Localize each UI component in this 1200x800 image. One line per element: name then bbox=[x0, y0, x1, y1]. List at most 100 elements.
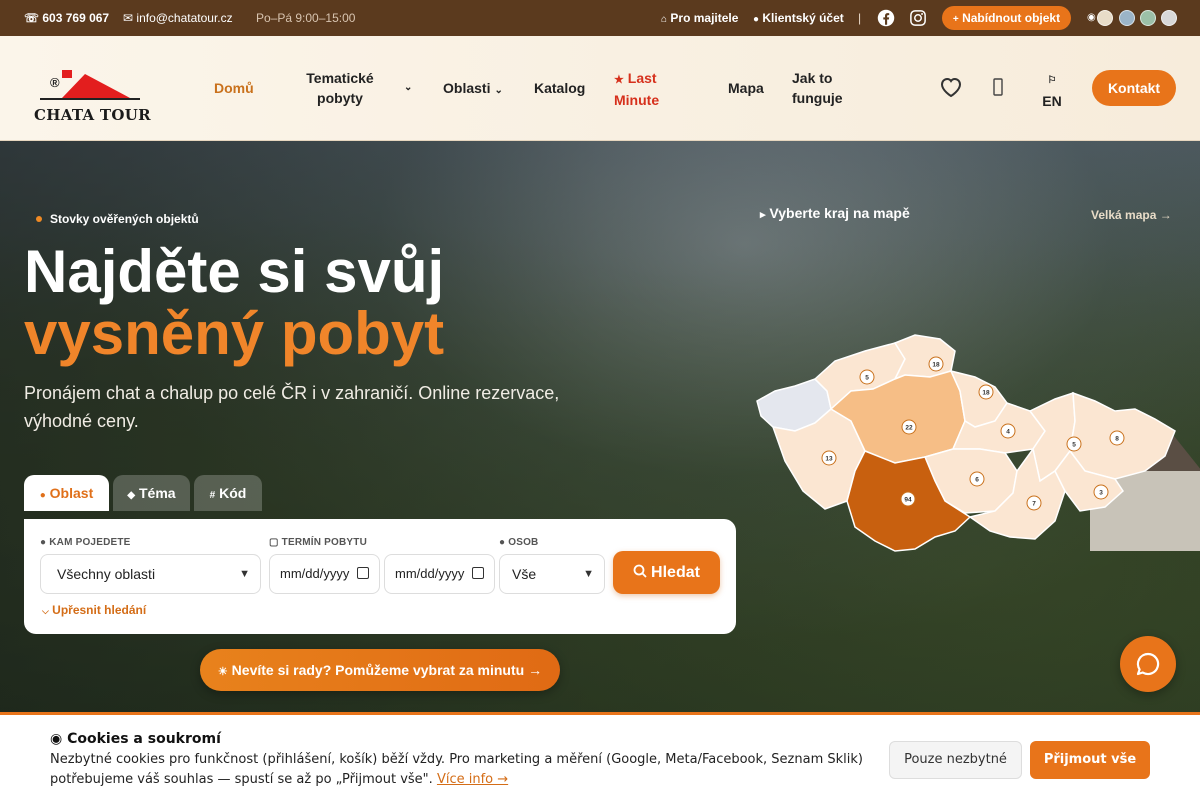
map-icon: ▸ bbox=[760, 209, 766, 221]
cookie-necessary-button[interactable]: Pouze nezbytné bbox=[889, 741, 1022, 779]
owners-link-label: Pro majitele bbox=[670, 11, 739, 25]
cart-icon[interactable] bbox=[993, 78, 1003, 96]
area-select[interactable]: Všechny oblasti ▼ bbox=[40, 554, 261, 594]
owners-link[interactable]: ⌂ Pro majitele bbox=[661, 0, 738, 36]
czech-regions-map[interactable]: 5 18 18 22 4 5 8 13 6 94 7 3 bbox=[755, 331, 1177, 553]
plus-icon: + bbox=[952, 14, 959, 25]
hero-badge: Stovky ověřených objektů bbox=[24, 209, 199, 229]
hero-title-line2: vysněný pobyt bbox=[24, 300, 445, 367]
tab-code[interactable]: # Kód bbox=[194, 475, 262, 511]
date-label-text: TERMÍN POBYTU bbox=[281, 537, 368, 548]
map-title: ▸ Vyberte kraj na mapě bbox=[760, 205, 910, 221]
main-header: ® CHATA TOUR Domů Tematické pobyty ⌄ Obl… bbox=[0, 36, 1200, 141]
nav-home[interactable]: Domů bbox=[214, 78, 254, 98]
date-from-placeholder: mm/dd/yyyy bbox=[280, 566, 350, 581]
lightbulb-icon: ☀ bbox=[217, 666, 228, 678]
help-choose-button[interactable]: ☀ Nevíte si rady? Pomůžeme vybrat za min… bbox=[200, 649, 560, 691]
hero-lead: Pronájem chat a chalup po celé ČR i v za… bbox=[24, 383, 560, 431]
pin-icon: ● bbox=[39, 490, 46, 501]
tab-area-label: Oblast bbox=[49, 485, 94, 501]
date-from-input[interactable]: mm/dd/yyyy bbox=[269, 554, 380, 594]
people-select[interactable]: Vše ▼ bbox=[499, 554, 605, 594]
chevron-down-icon: ⌄ bbox=[404, 82, 413, 93]
theme-swatch-gray[interactable] bbox=[1161, 10, 1177, 26]
big-map-link[interactable]: Velká mapa → bbox=[1091, 208, 1172, 222]
cookie-text: Nezbytné cookies pro funkčnost (přihláše… bbox=[50, 750, 880, 790]
cookie-more-info-link[interactable]: Více info → bbox=[437, 772, 508, 787]
region-count-ustecky: 5 bbox=[865, 375, 869, 382]
refine-search-link[interactable]: ⌵ Upřesnit hledání bbox=[42, 603, 146, 617]
region-count-zlinsky: 3 bbox=[1099, 490, 1103, 497]
date-to-input[interactable]: mm/dd/yyyy bbox=[384, 554, 495, 594]
language-switch[interactable]: ⚐ EN bbox=[1041, 68, 1063, 111]
email-link[interactable]: ✉ info@chatatour.cz bbox=[123, 0, 233, 36]
tab-theme-label: Téma bbox=[139, 485, 176, 501]
theme-swatch-beige[interactable] bbox=[1097, 10, 1113, 26]
cookie-title-text: Cookies a soukromí bbox=[67, 731, 221, 747]
language-label: EN bbox=[1042, 93, 1062, 109]
chevron-down-icon: ⌵ bbox=[42, 606, 49, 616]
pin-small-icon: ● bbox=[40, 537, 47, 548]
people-select-value: Vše bbox=[512, 566, 537, 582]
search-form: ● KAM POJEDETE Všechny oblasti ▼ ▢ TERMÍ… bbox=[24, 519, 736, 634]
email-address: info@chatatour.cz bbox=[136, 11, 233, 25]
tab-area[interactable]: ● Oblast bbox=[24, 475, 109, 511]
cookie-title: ◉ Cookies a soukromí bbox=[50, 731, 221, 747]
chevron-down-icon: ▼ bbox=[583, 568, 594, 580]
tag-icon: ◆ bbox=[127, 490, 136, 501]
region-count-stredocesky: 22 bbox=[905, 425, 913, 432]
offer-property-label: Nabídnout objekt bbox=[962, 11, 1061, 25]
region-count-pardubicky: 4 bbox=[1006, 429, 1010, 436]
search-button[interactable]: Hledat bbox=[613, 551, 720, 594]
account-link[interactable]: ● Klientský účet bbox=[753, 0, 844, 36]
logo-text: CHATA TOUR bbox=[34, 106, 151, 124]
phone-link[interactable]: ☏ 603 769 067 bbox=[24, 0, 109, 36]
chat-icon bbox=[1136, 652, 1160, 676]
region-count-kralovehradecky: 18 bbox=[982, 390, 990, 397]
badge-dot-icon bbox=[36, 216, 42, 222]
people-label-text: OSOB bbox=[508, 537, 539, 548]
mail-icon: ✉ bbox=[123, 11, 134, 25]
hero-badge-text: Stovky ověřených objektů bbox=[50, 212, 199, 226]
opening-hours: Po–Pá 9:00–15:00 bbox=[256, 11, 356, 25]
region-count-moravskoslezsky: 8 bbox=[1115, 436, 1119, 443]
region-count-jihomoravsky: 7 bbox=[1032, 501, 1036, 508]
nav-areas[interactable]: Oblasti ⌄ bbox=[443, 78, 503, 101]
nav-catalog[interactable]: Katalog bbox=[534, 78, 585, 98]
cookie-banner: ◉ Cookies a soukromí Nezbytné cookies pr… bbox=[0, 712, 1200, 800]
nav-map[interactable]: Mapa bbox=[728, 78, 764, 98]
theme-swatch-blue[interactable] bbox=[1119, 10, 1135, 26]
contact-button[interactable]: Kontakt bbox=[1092, 70, 1176, 106]
hero-title-line1: Najděte si svůj bbox=[24, 238, 445, 305]
facebook-icon[interactable] bbox=[877, 9, 895, 27]
region-count-vysocina: 6 bbox=[975, 477, 979, 484]
user-icon: ● bbox=[753, 14, 760, 25]
people-small-icon: ● bbox=[499, 537, 506, 548]
instagram-icon[interactable] bbox=[909, 9, 927, 27]
map-title-text: Vyberte kraj na mapě bbox=[769, 205, 910, 221]
calendar-small-icon: ▢ bbox=[269, 537, 279, 548]
tab-code-label: Kód bbox=[219, 485, 247, 501]
region-count-jihocesky: 94 bbox=[904, 497, 912, 504]
offer-property-button[interactable]: + Nabídnout objekt bbox=[942, 6, 1071, 30]
flag-icon: ⚐ bbox=[1047, 75, 1057, 86]
chat-button[interactable] bbox=[1120, 636, 1176, 692]
cookie-accept-all-button[interactable]: Přijmout vše bbox=[1030, 741, 1150, 779]
hero-section: Stovky ověřených objektů Najděte si svůj… bbox=[0, 141, 1200, 712]
logo[interactable]: ® CHATA TOUR bbox=[30, 68, 156, 128]
chevron-down-icon: ▼ bbox=[239, 568, 250, 580]
nav-last-minute[interactable]: ★ Last Minute bbox=[614, 68, 692, 110]
nav-themed-stays[interactable]: Tematické pobyty bbox=[300, 68, 380, 108]
region-count-olomoucky: 5 bbox=[1072, 442, 1076, 449]
nav-areas-label: Oblasti bbox=[443, 80, 491, 96]
region-count-liberecky: 18 bbox=[932, 362, 940, 369]
help-choose-label: Nevíte si rady? Pomůžeme vybrat za minut… bbox=[231, 662, 543, 678]
region-count-plzensky: 13 bbox=[825, 456, 833, 463]
search-button-label: Hledat bbox=[651, 564, 700, 581]
tab-theme[interactable]: ◆ Téma bbox=[113, 475, 190, 511]
refine-search-label: Upřesnit hledání bbox=[52, 603, 147, 617]
heart-icon[interactable] bbox=[939, 76, 963, 98]
phone-number: 603 769 067 bbox=[42, 11, 110, 25]
nav-how-it-works[interactable]: Jak to funguje bbox=[792, 68, 862, 108]
theme-swatch-green[interactable] bbox=[1140, 10, 1156, 26]
